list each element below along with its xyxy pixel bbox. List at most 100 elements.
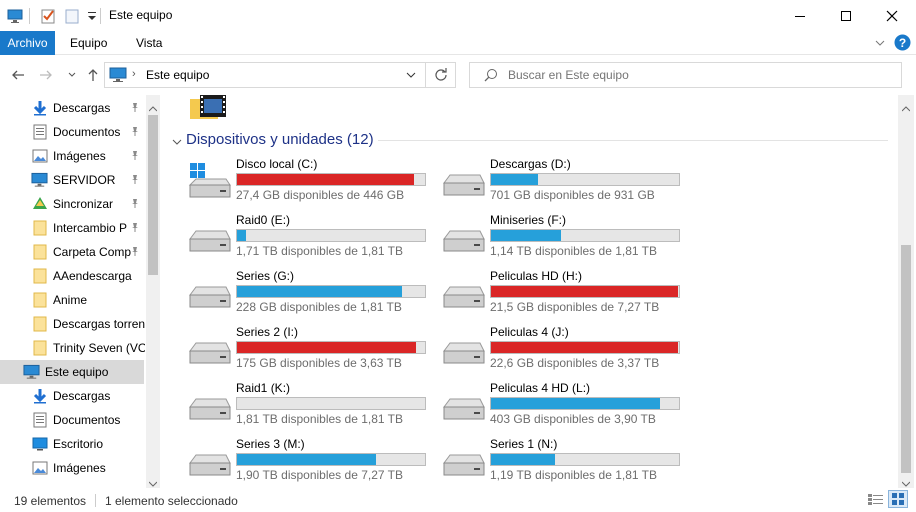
content-scrollbar[interactable] (898, 95, 914, 488)
tab-archivo[interactable]: Archivo (0, 31, 55, 55)
drive-free-space: 22,6 GB disponibles de 3,37 TB (490, 356, 660, 370)
minimize-button[interactable] (777, 0, 823, 31)
drive-tile[interactable]: Series 2 (I:) 175 GB disponibles de 3,63 … (186, 325, 436, 375)
sidebar-scrollbar[interactable] (146, 95, 160, 488)
this-pc-icon[interactable] (7, 8, 23, 24)
svg-text:?: ? (899, 36, 906, 50)
breadcrumb-chevron-icon[interactable]: › (132, 68, 136, 80)
sidebar-item[interactable]: Descargas (0, 384, 144, 408)
sidebar-item-label: Este equipo (45, 365, 109, 379)
download-arrow-icon (31, 100, 48, 117)
drive-free-space: 21,5 GB disponibles de 7,27 TB (490, 300, 660, 314)
drive-usage-bar (490, 229, 680, 242)
pin-icon[interactable] (130, 126, 140, 139)
drive-tile[interactable]: Series (G:) 228 GB disponibles de 1,81 TB (186, 269, 436, 319)
content-pane: Dispositivos y unidades (12) Disco local… (160, 95, 898, 488)
sidebar-item[interactable]: Imágenes (0, 456, 144, 480)
back-arrow-icon[interactable] (8, 65, 28, 85)
properties-icon[interactable] (40, 8, 56, 24)
breadcrumb[interactable]: Este equipo (146, 68, 209, 82)
drive-icon (186, 393, 232, 423)
collapse-group-icon[interactable] (172, 135, 182, 149)
new-folder-icon[interactable] (64, 8, 80, 24)
sidebar-item[interactable]: AAendescarga (0, 264, 144, 288)
drive-tile[interactable]: Raid1 (K:) 1,81 TB disponibles de 1,81 TB (186, 381, 436, 431)
sidebar-item[interactable]: Sincronizar (0, 192, 144, 216)
drive-usage-bar (236, 285, 426, 298)
pin-icon[interactable] (130, 102, 140, 115)
drive-tile[interactable]: Disco local (C:) 27,4 GB disponibles de 4… (186, 157, 436, 207)
sidebar-item-label: Descargas (53, 389, 111, 403)
content-scroll-thumb[interactable] (901, 245, 911, 473)
folder-icon (31, 244, 48, 261)
close-button[interactable] (869, 0, 915, 31)
maximize-button[interactable] (823, 0, 869, 31)
folder-icon (31, 340, 48, 357)
sidebar-item[interactable]: Anime (0, 288, 144, 312)
pin-icon[interactable] (130, 222, 140, 235)
windows-drive-icon (186, 163, 232, 198)
refresh-button[interactable] (426, 62, 456, 88)
drive-tile[interactable]: Descargas (D:) 701 GB disponibles de 931 … (440, 157, 690, 207)
help-icon[interactable]: ? (894, 34, 911, 54)
drive-icon (186, 225, 232, 255)
sidebar-item[interactable]: SERVIDOR (0, 168, 144, 192)
sidebar-item[interactable]: Intercambio P (0, 216, 144, 240)
drive-icon (186, 281, 232, 311)
sidebar-item[interactable]: Escritorio (0, 432, 144, 456)
drive-tile[interactable]: Peliculas 4 HD (L:) 403 GB disponibles de… (440, 381, 690, 431)
drive-free-space: 403 GB disponibles de 3,90 TB (490, 412, 656, 426)
scroll-up-icon[interactable] (901, 101, 911, 115)
sidebar-item[interactable]: Trinity Seven (VOS (0, 336, 145, 360)
drive-usage-fill (237, 230, 247, 241)
details-view-icon[interactable] (868, 493, 883, 509)
sidebar-item[interactable]: Descargas torrent (0, 312, 145, 336)
address-history-dropdown-icon[interactable] (405, 69, 417, 84)
drive-name: Peliculas HD (H:) (490, 269, 583, 283)
sidebar-scroll-thumb[interactable] (148, 115, 158, 275)
up-arrow-icon[interactable] (83, 65, 103, 85)
sidebar-item-label: Trinity Seven (VOS (53, 341, 145, 355)
drive-icon (440, 337, 486, 367)
folder-icon (31, 220, 48, 237)
forward-arrow-icon[interactable] (36, 65, 56, 85)
drive-usage-fill (491, 230, 561, 241)
sidebar-item[interactable]: Documentos (0, 120, 144, 144)
tab-equipo[interactable]: Equipo (61, 31, 116, 55)
recent-locations-icon[interactable] (62, 65, 82, 85)
pin-icon[interactable] (130, 174, 140, 187)
search-box[interactable] (469, 62, 902, 88)
address-bar[interactable]: › Este equipo (104, 62, 426, 88)
video-folder-icon[interactable] (190, 95, 230, 122)
pin-icon[interactable] (130, 246, 140, 259)
drive-name: Series 1 (N:) (490, 437, 558, 451)
sidebar-item[interactable]: Este equipo (0, 360, 144, 384)
drive-name: Series 2 (I:) (236, 325, 299, 339)
drive-tile[interactable]: Series 3 (M:) 1,90 TB disponibles de 7,27… (186, 437, 436, 487)
drive-free-space: 1,81 TB disponibles de 1,81 TB (236, 412, 404, 426)
drive-tile[interactable]: Miniseries (F:) 1,14 TB disponibles de 1,… (440, 213, 690, 263)
download-arrow-icon (31, 388, 48, 405)
pin-icon[interactable] (130, 198, 140, 211)
sidebar-item[interactable]: Imágenes (0, 144, 144, 168)
drive-icon (440, 393, 486, 423)
quick-access-dropdown-icon[interactable] (84, 8, 100, 24)
expand-ribbon-icon[interactable] (874, 37, 886, 52)
large-icons-view-button[interactable] (888, 490, 908, 508)
tab-vista[interactable]: Vista (127, 31, 171, 55)
scroll-up-icon[interactable] (148, 101, 158, 115)
drive-tile[interactable]: Peliculas 4 (J:) 22,6 GB disponibles de 3… (440, 325, 690, 375)
sync-folder-icon (31, 196, 48, 213)
sidebar-item[interactable]: Documentos (0, 408, 144, 432)
drive-tile[interactable]: Raid0 (E:) 1,71 TB disponibles de 1,81 TB (186, 213, 436, 263)
drive-tile[interactable]: Peliculas HD (H:) 21,5 GB disponibles de … (440, 269, 690, 319)
drive-name: Raid1 (K:) (236, 381, 291, 395)
sidebar-item[interactable]: Descargas (0, 96, 144, 120)
search-input[interactable] (508, 66, 888, 84)
pin-icon[interactable] (130, 150, 140, 163)
drive-name: Disco local (C:) (236, 157, 318, 171)
sidebar-item[interactable]: Carpeta Comp (0, 240, 144, 264)
group-header[interactable]: Dispositivos y unidades (12) (186, 131, 374, 148)
folder-icon (31, 292, 48, 309)
drive-tile[interactable]: Series 1 (N:) 1,19 TB disponibles de 1,81… (440, 437, 690, 487)
